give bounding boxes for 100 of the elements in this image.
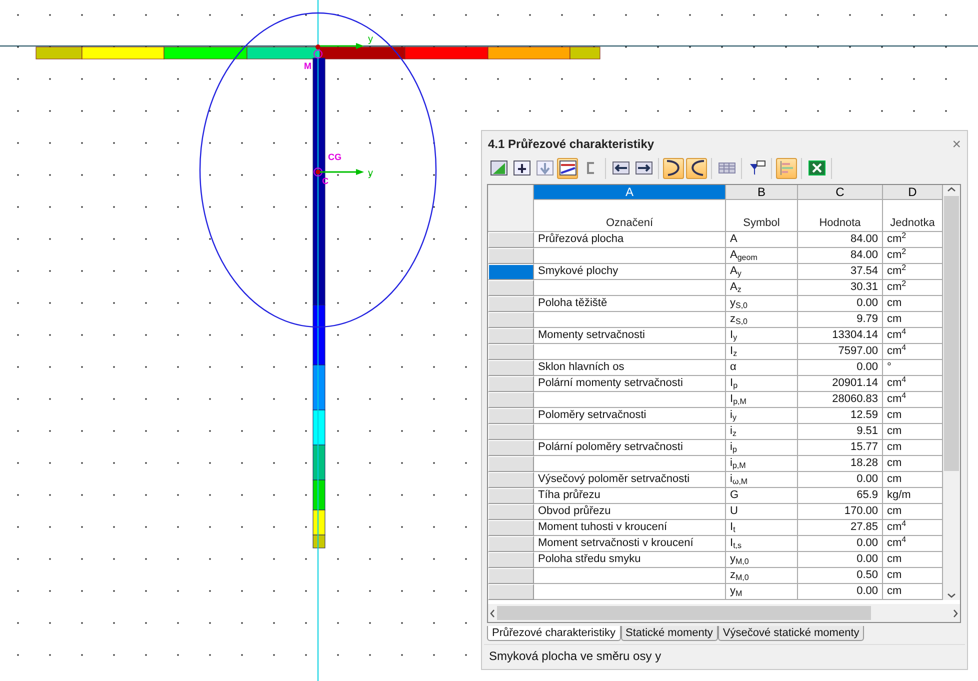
table-cell: U [726,504,798,520]
sheet-tab[interactable]: Statické momenty [620,626,718,641]
axis-arrow [320,169,364,175]
table-cell: A$_{geom}$ [726,248,798,264]
table-cell: G [726,488,798,504]
row-header[interactable] [488,504,534,520]
table-cell: 0.00 [798,472,883,488]
scroll-right-icon[interactable] [951,608,960,618]
table-icon [490,159,508,177]
row-header[interactable] [488,312,534,328]
row-header[interactable] [488,584,534,600]
curve-icon [664,159,682,177]
table-cell: Polární poloměry setrvačnosti [534,440,726,456]
table-cell: Moment setrvačnosti v kroucení [534,536,726,552]
row-header[interactable] [488,344,534,360]
row-header[interactable] [488,440,534,456]
point-label: M [304,61,312,71]
sheet-tab[interactable]: Průřezové charakteristiky [487,626,620,641]
row-header[interactable] [488,280,534,296]
row-header[interactable] [488,392,534,408]
row-header[interactable] [488,296,534,312]
panel-title: 4.1 Průřezové charakteristiky [488,137,654,151]
point-label: CG [328,152,342,162]
column-letter[interactable]: D [883,185,943,200]
table-cell: Poloměry setrvačnosti [534,408,726,424]
vertical-scrollbar[interactable] [943,185,960,600]
table-cell: Moment tuhosti v kroucení [534,520,726,536]
table-cell: I$_{p}$ [726,376,798,392]
row-header[interactable] [488,472,534,488]
table-cell: α [726,360,798,376]
row-header[interactable] [488,408,534,424]
table-cell: 170.00 [798,504,883,520]
column-letter[interactable]: A [534,185,726,200]
table-cell: y$_{M}$ [726,584,798,600]
table-cell: 0.00 [798,552,883,568]
row-header[interactable] [488,456,534,472]
table-cell: I$_{z}$ [726,344,798,360]
table-cell: I$_{t,s}$ [726,536,798,552]
row-header[interactable] [488,488,534,504]
axis-label: y [368,34,373,45]
table-cell: 13304.14 [798,328,883,344]
table-cell: 9.79 [798,312,883,328]
table-cell: 0.50 [798,568,883,584]
axis-label: y [368,168,373,179]
column-header: Označení [534,199,726,232]
row-header[interactable] [488,376,534,392]
column-header: Symbol [726,199,798,232]
table-cell: 27.85 [798,520,883,536]
table-cell: I$_{p,M}$ [726,392,798,408]
table-cell: Průřezová plocha [534,232,726,248]
table-corner [488,185,534,232]
table-cell: 0.00 [798,536,883,552]
table-cell: z$_{M,0}$ [726,568,798,584]
row-header[interactable] [488,360,534,376]
status-bar: Smyková plocha ve směru osy y [484,644,965,667]
column-letter[interactable]: B [726,185,798,200]
scroll-down-icon[interactable] [947,591,956,600]
toolbar-button[interactable] [557,158,578,178]
toolbar-button[interactable] [663,158,684,178]
table-cell: A$_{z}$ [726,280,798,296]
table-cell: Polární momenty setrvačnosti [534,376,726,392]
shear-center-marker [314,44,322,58]
table-cell: 9.51 [798,424,883,440]
table-cell: A$_{y}$ [726,264,798,280]
row-header[interactable] [488,520,534,536]
insert-row-icon [512,159,530,177]
spreadsheet-icon [808,159,826,177]
toolbar-button[interactable] [511,158,532,178]
column-letter[interactable]: C [798,185,883,200]
row-header[interactable] [488,328,534,344]
row-header[interactable] [488,568,534,584]
row-header[interactable] [488,424,534,440]
table-cell: y$_{M,0}$ [726,552,798,568]
row-header[interactable] [488,552,534,568]
table-cell: 28060.83 [798,392,883,408]
row-header[interactable] [488,248,534,264]
table-cell: 20901.14 [798,376,883,392]
table-cell: 12.59 [798,408,883,424]
toolbar-button[interactable] [488,158,509,178]
table-cell: I$_{t}$ [726,520,798,536]
filter-icon [748,159,766,177]
table-cell: 30.31 [798,280,883,296]
table-cell: i$_{p,M}$ [726,456,798,472]
table-cell: i$_{p}$ [726,440,798,456]
row-header[interactable] [488,536,534,552]
table-cell: Momenty setrvačnosti [534,328,726,344]
table-cell: I$_{y}$ [726,328,798,344]
close-button[interactable]: × [952,136,961,152]
table-cell: Výsečový poloměr setrvačnosti [534,472,726,488]
sheet-tab[interactable]: Výsečové statické momenty [718,626,864,641]
scroll-left-icon[interactable] [488,608,497,618]
point-label: C [322,176,328,186]
row-header[interactable] [488,232,534,248]
toolbar-button[interactable] [686,158,707,178]
table-cell: Sklon hlavních os [534,360,726,376]
table-cell: Obvod průřezu [534,504,726,520]
row-header[interactable] [488,264,534,280]
horizontal-scrollbar[interactable] [488,604,960,622]
scroll-up-icon[interactable] [947,185,956,194]
bars-icon [778,159,796,177]
